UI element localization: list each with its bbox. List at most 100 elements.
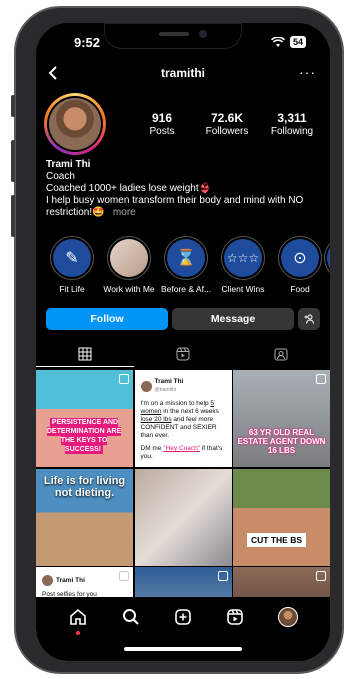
reels-icon	[227, 609, 244, 625]
stat-followers-label: Followers	[205, 126, 249, 137]
reel-icon	[119, 571, 129, 581]
profile-category: Coach	[46, 171, 75, 182]
post-thumbnail[interactable]: PERSISTENCE AND DETERMINATION ARE THE KE…	[36, 370, 133, 467]
profile-stats: 916 Posts 72.6K Followers 3,311 Followin…	[132, 111, 322, 137]
profile-avatar-icon	[277, 607, 298, 627]
avatar[interactable]	[44, 93, 106, 155]
bio-line-1: Coached 1000+ ladies lose weight👙	[46, 183, 212, 194]
grid-icon	[78, 347, 92, 361]
post-thumbnail[interactable]: 63 YR OLD REAL ESTATE AGENT DOWN 16 LBS	[233, 370, 330, 467]
highlight-ring: ⌛	[164, 236, 208, 280]
bio-line-2: I help busy women transform their body a…	[46, 195, 304, 218]
post-thumbnail[interactable]: Trami Thi @tramithi I'm on a mission to h…	[134, 370, 232, 467]
post-caption: CUT THE BS	[247, 532, 306, 547]
speaker	[159, 32, 189, 36]
status-time: 9:52	[74, 35, 101, 50]
highlight-ring: ⊙	[278, 236, 322, 280]
profile-username: tramithi	[160, 66, 205, 80]
profile-bio: Trami Thi Coach Coached 1000+ ladies los…	[46, 159, 326, 219]
tweet-text-4: DM me	[140, 445, 162, 452]
post-caption: PERSISTENCE AND DETERMINATION ARE THE KE…	[42, 418, 126, 454]
reels-icon	[176, 347, 190, 361]
highlight-client-wins[interactable]: ☆☆☆ Client Wins	[213, 236, 273, 294]
battery-icon: 54	[289, 36, 306, 48]
post-caption-text: PERSISTENCE AND DETERMINATION ARE THE KE…	[46, 418, 122, 454]
tweet-author: Trami Thi	[154, 378, 184, 385]
tagged-icon	[274, 348, 288, 361]
more-options-icon[interactable]: ···	[299, 64, 316, 80]
post-caption: 63 YR OLD REAL ESTATE AGENT DOWN 16 LBS	[237, 428, 326, 455]
stat-following-value: 3,311	[277, 111, 307, 125]
bottom-nav-row	[36, 605, 330, 635]
highlight-food[interactable]: ⊙ Food	[270, 236, 330, 294]
highlight-ring	[324, 236, 330, 280]
stat-following[interactable]: 3,311 Following	[262, 111, 322, 137]
tweet-text-1: I'm on a mission to help	[140, 400, 209, 407]
highlight-before-after[interactable]: ⌛ Before & Af...	[156, 236, 216, 294]
body-icon: ⌛	[167, 239, 205, 277]
tweet-text-underline-2: lose 20 lbs	[140, 416, 172, 423]
plus-square-icon	[175, 609, 191, 625]
follow-button[interactable]: Follow	[46, 308, 168, 330]
reel-icon	[316, 571, 326, 581]
tab-reels[interactable]	[134, 341, 232, 367]
highlight-label: Fit Life	[59, 284, 85, 294]
notification-dot	[76, 631, 81, 635]
tweet-header: Trami Thi	[42, 575, 127, 586]
search-icon	[122, 609, 139, 625]
stat-following-label: Following	[270, 126, 314, 137]
profile-tabs	[36, 341, 330, 367]
stat-posts[interactable]: 916 Posts	[132, 111, 192, 137]
tweet-header: Trami Thi @tramithi	[140, 378, 226, 394]
stat-posts-value: 916	[151, 111, 173, 125]
status-icons: 54	[270, 36, 306, 48]
nav-search[interactable]	[119, 605, 143, 629]
stat-posts-label: Posts	[149, 126, 175, 137]
tweet-text-pink: "Hey Coach"	[163, 445, 201, 452]
tab-posts-grid[interactable]	[36, 341, 134, 367]
reel-icon	[316, 374, 326, 384]
home-indicator	[124, 647, 242, 651]
nav-home[interactable]	[66, 605, 90, 635]
suggested-users-button[interactable]	[298, 308, 320, 330]
silent-switch	[11, 95, 15, 117]
mini-avatar	[42, 575, 53, 586]
screen: 9:52 54 tramithi ··· 916 Posts 72.6K Fol…	[36, 23, 330, 661]
highlight-label: Work with Me	[103, 284, 155, 294]
story-highlights: ✎ Fit Life Work with Me ⌛ Before & Af...…	[42, 236, 330, 296]
tweet-text-2: in the next 6 weeks	[163, 408, 219, 415]
highlight-ring: ☆☆☆	[221, 236, 265, 280]
tweet-author: Trami Thi	[56, 576, 85, 584]
nav-create[interactable]	[171, 605, 195, 629]
post-thumbnail[interactable]: CUT THE BS	[233, 468, 330, 566]
avatar-image	[49, 98, 101, 150]
profile-name: Trami Thi	[46, 159, 91, 170]
highlight-partial[interactable]	[324, 236, 330, 280]
message-button[interactable]: Message	[172, 308, 294, 330]
tweet-handle: @tramithi	[154, 387, 176, 393]
photo-woman	[110, 239, 148, 277]
stat-followers[interactable]: 72.6K Followers	[197, 111, 257, 137]
highlight-ring	[107, 236, 151, 280]
highlight-work-with-me[interactable]: Work with Me	[99, 236, 159, 294]
bottom-nav	[36, 597, 330, 661]
volume-up-button	[11, 140, 15, 182]
plate-icon: ⊙	[281, 239, 319, 277]
weightlifter-icon: ✎	[53, 239, 91, 277]
post-thumbnail[interactable]: Life is for living not dieting.	[36, 468, 133, 566]
post-caption: Life is for living not dieting.	[43, 474, 126, 499]
profile-top-bar: tramithi ···	[36, 64, 330, 86]
tweet-text: I'm on a mission to help 5 women in the …	[141, 400, 226, 440]
post-thumbnail[interactable]	[134, 468, 232, 566]
highlight-label: Before & Af...	[160, 284, 212, 294]
add-user-icon	[304, 314, 314, 324]
highlight-fit-life[interactable]: ✎ Fit Life	[42, 236, 102, 294]
volume-down-button	[11, 195, 15, 237]
bio-more-link[interactable]: more	[113, 207, 136, 218]
tab-tagged[interactable]	[232, 341, 330, 367]
nav-reels[interactable]	[223, 605, 247, 629]
tweet-cta: DM me "Hey Coach" if that's you.	[141, 445, 226, 461]
highlight-ring: ✎	[50, 236, 94, 280]
highlight-icon	[327, 239, 330, 277]
nav-profile[interactable]	[276, 605, 300, 629]
